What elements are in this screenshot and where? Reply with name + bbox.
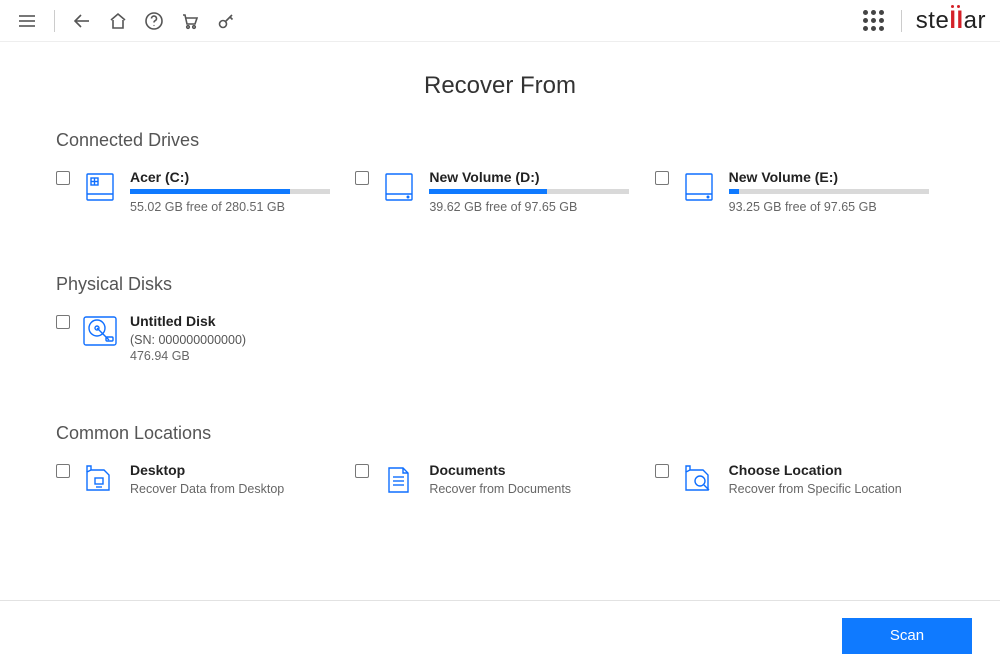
location-desktop[interactable]: Desktop Recover Data from Desktop (56, 462, 345, 498)
drive-body: New Volume (E:) 93.25 GB free of 97.65 G… (729, 169, 944, 214)
key-icon[interactable] (213, 8, 239, 34)
checkbox[interactable] (655, 171, 669, 185)
drives-row: Acer (C:) 55.02 GB free of 280.51 GB New… (56, 169, 944, 214)
location-title: Choose Location (729, 462, 944, 478)
section-connected-drives: Connected Drives Acer (C:) 55.02 GB free… (0, 130, 1000, 214)
drive-title: New Volume (D:) (429, 169, 644, 185)
drive-body: Acer (C:) 55.02 GB free of 280.51 GB (130, 169, 345, 214)
header-left (14, 8, 239, 34)
checkbox[interactable] (355, 464, 369, 478)
disk-body: Untitled Disk (SN: 000000000000) 476.94 … (130, 313, 351, 363)
disks-row: Untitled Disk (SN: 000000000000) 476.94 … (56, 313, 944, 363)
location-choose[interactable]: Choose Location Recover from Specific Lo… (655, 462, 944, 498)
home-icon[interactable] (105, 8, 131, 34)
drive-item-c[interactable]: Acer (C:) 55.02 GB free of 280.51 GB (56, 169, 345, 214)
disk-item[interactable]: Untitled Disk (SN: 000000000000) 476.94 … (56, 313, 351, 363)
drive-item-e[interactable]: New Volume (E:) 93.25 GB free of 97.65 G… (655, 169, 944, 214)
divider (901, 10, 902, 32)
usage-fill (130, 189, 290, 194)
page-title: Recover From (0, 72, 1000, 100)
scan-button[interactable]: Scan (842, 618, 972, 654)
drive-sub: 55.02 GB free of 280.51 GB (130, 200, 345, 214)
disk-title: Untitled Disk (130, 313, 351, 329)
documents-icon (379, 462, 419, 498)
section-header: Connected Drives (56, 130, 944, 151)
brand-logo: stellar (916, 7, 986, 35)
section-header: Physical Disks (56, 274, 944, 295)
back-icon[interactable] (69, 8, 95, 34)
location-body: Documents Recover from Documents (429, 462, 644, 496)
main-content: Recover From Connected Drives Acer (C:) … (0, 42, 1000, 600)
system-drive-icon (80, 169, 120, 205)
drive-body: New Volume (D:) 39.62 GB free of 97.65 G… (429, 169, 644, 214)
header-right: stellar (861, 7, 986, 35)
location-body: Desktop Recover Data from Desktop (130, 462, 345, 496)
location-sub: Recover Data from Desktop (130, 482, 345, 496)
divider (54, 10, 55, 32)
drive-sub: 93.25 GB free of 97.65 GB (729, 200, 944, 214)
volume-drive-icon (679, 169, 719, 205)
apps-icon[interactable] (861, 8, 887, 34)
location-sub: Recover from Documents (429, 482, 644, 496)
desktop-icon (80, 462, 120, 498)
location-body: Choose Location Recover from Specific Lo… (729, 462, 944, 496)
disk-serial: (SN: 000000000000) (130, 333, 351, 347)
section-header: Common Locations (56, 423, 944, 444)
volume-drive-icon (379, 169, 419, 205)
section-common-locations: Common Locations Desktop Recover Data fr… (0, 423, 1000, 498)
usage-bar (429, 189, 629, 194)
drive-title: Acer (C:) (130, 169, 345, 185)
locations-row: Desktop Recover Data from Desktop Docume… (56, 462, 944, 498)
help-icon[interactable] (141, 8, 167, 34)
location-title: Desktop (130, 462, 345, 478)
cart-icon[interactable] (177, 8, 203, 34)
hard-disk-icon (80, 313, 120, 349)
location-sub: Recover from Specific Location (729, 482, 944, 496)
checkbox[interactable] (56, 171, 70, 185)
checkbox[interactable] (655, 464, 669, 478)
usage-fill (729, 189, 739, 194)
section-physical-disks: Physical Disks Untitled Disk (SN: 000000… (0, 274, 1000, 363)
choose-location-icon (679, 462, 719, 498)
location-documents[interactable]: Documents Recover from Documents (355, 462, 644, 498)
usage-bar (130, 189, 330, 194)
menu-icon[interactable] (14, 8, 40, 34)
location-title: Documents (429, 462, 644, 478)
app-header: stellar (0, 0, 1000, 42)
drive-sub: 39.62 GB free of 97.65 GB (429, 200, 644, 214)
checkbox[interactable] (355, 171, 369, 185)
checkbox[interactable] (56, 464, 70, 478)
drive-title: New Volume (E:) (729, 169, 944, 185)
drive-item-d[interactable]: New Volume (D:) 39.62 GB free of 97.65 G… (355, 169, 644, 214)
checkbox[interactable] (56, 315, 70, 329)
usage-bar (729, 189, 929, 194)
footer: Scan (0, 600, 1000, 670)
disk-size: 476.94 GB (130, 349, 351, 363)
usage-fill (429, 189, 547, 194)
